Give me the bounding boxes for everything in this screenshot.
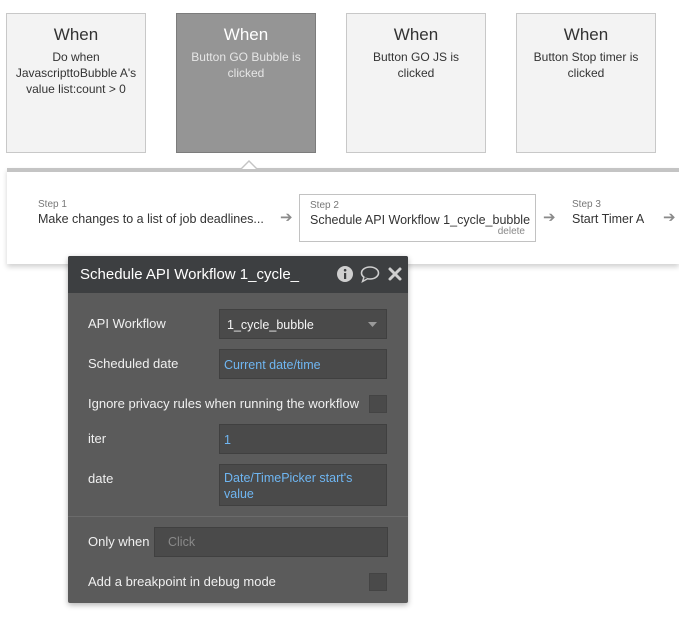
breakpoint-checkbox[interactable]: [369, 573, 387, 591]
popup-title: Schedule API Workflow 1_cycle_bu: [80, 266, 300, 283]
api-workflow-value: 1_cycle_bubble: [227, 318, 314, 332]
info-icon[interactable]: [336, 265, 354, 283]
event-description: Button GO Bubble is clicked: [191, 50, 301, 80]
only-when-field[interactable]: Click: [154, 527, 388, 557]
iter-field[interactable]: 1: [219, 424, 387, 454]
api-workflow-label: API Workflow: [88, 316, 166, 331]
action-properties-popup: Schedule API Workflow 1_cycle_bu API Wor…: [68, 256, 408, 603]
step-1[interactable]: Step 1 Make changes to a list of job dea…: [38, 199, 264, 227]
scheduled-date-label: Scheduled date: [88, 356, 179, 371]
api-workflow-dropdown[interactable]: 1_cycle_bubble: [219, 309, 387, 339]
ignore-privacy-label: Ignore privacy rules when running the wo…: [88, 396, 359, 411]
step-number: Step 1: [38, 199, 67, 210]
scheduled-date-field[interactable]: Current date/time: [219, 349, 387, 379]
event-description: Button GO JS is clicked: [372, 50, 460, 80]
event-card-javascript-to-bubble[interactable]: When Do when JavascripttoBubble A's valu…: [6, 13, 146, 153]
chevron-down-icon: [368, 322, 377, 327]
iter-label: iter: [88, 431, 107, 446]
event-when-label: When: [223, 25, 269, 44]
workflow-steps-bar: Step 1 Make changes to a list of job dea…: [7, 168, 679, 264]
date-field[interactable]: Date/TimePicker start's value: [219, 464, 387, 506]
step-name: Make changes to a list of job deadlines.…: [38, 212, 264, 226]
event-when-label: When: [53, 25, 99, 44]
step-number: Step 2: [310, 200, 339, 211]
close-icon[interactable]: [387, 265, 403, 283]
event-description: Button Stop timer is clicked: [533, 50, 639, 80]
event-when-label: When: [563, 25, 609, 44]
step-3[interactable]: Step 3 Start Timer A: [572, 199, 644, 227]
event-description: Do when JavascripttoBubble A's value lis…: [15, 50, 137, 96]
popup-header: Schedule API Workflow 1_cycle_bu: [68, 256, 408, 293]
comment-icon[interactable]: [360, 265, 380, 283]
breakpoint-label: Add a breakpoint in debug mode: [88, 574, 276, 589]
event-card-go-bubble[interactable]: When Button GO Bubble is clicked: [176, 13, 316, 153]
event-when-label: When: [393, 25, 439, 44]
arrow-right-icon: ➔: [543, 209, 556, 226]
selection-pointer-inner: [242, 162, 256, 169]
only-when-label: Only when: [88, 534, 150, 549]
step-number: Step 3: [572, 199, 601, 210]
ignore-privacy-checkbox[interactable]: [369, 395, 387, 413]
divider: [68, 516, 408, 517]
step-2[interactable]: Step 2 Schedule API Workflow 1_cycle_bub…: [299, 194, 536, 242]
arrow-right-icon: ➔: [663, 209, 676, 226]
step-name: Start Timer A: [572, 212, 645, 226]
arrow-right-icon: ➔: [280, 209, 293, 226]
step-name: Schedule API Workflow 1_cycle_bubble: [310, 213, 531, 227]
event-card-go-js[interactable]: When Button GO JS is clicked: [346, 13, 486, 153]
date-label: date: [88, 471, 114, 486]
event-card-stop-timer[interactable]: When Button Stop timer is clicked: [516, 13, 656, 153]
delete-step-link[interactable]: delete: [498, 226, 525, 237]
